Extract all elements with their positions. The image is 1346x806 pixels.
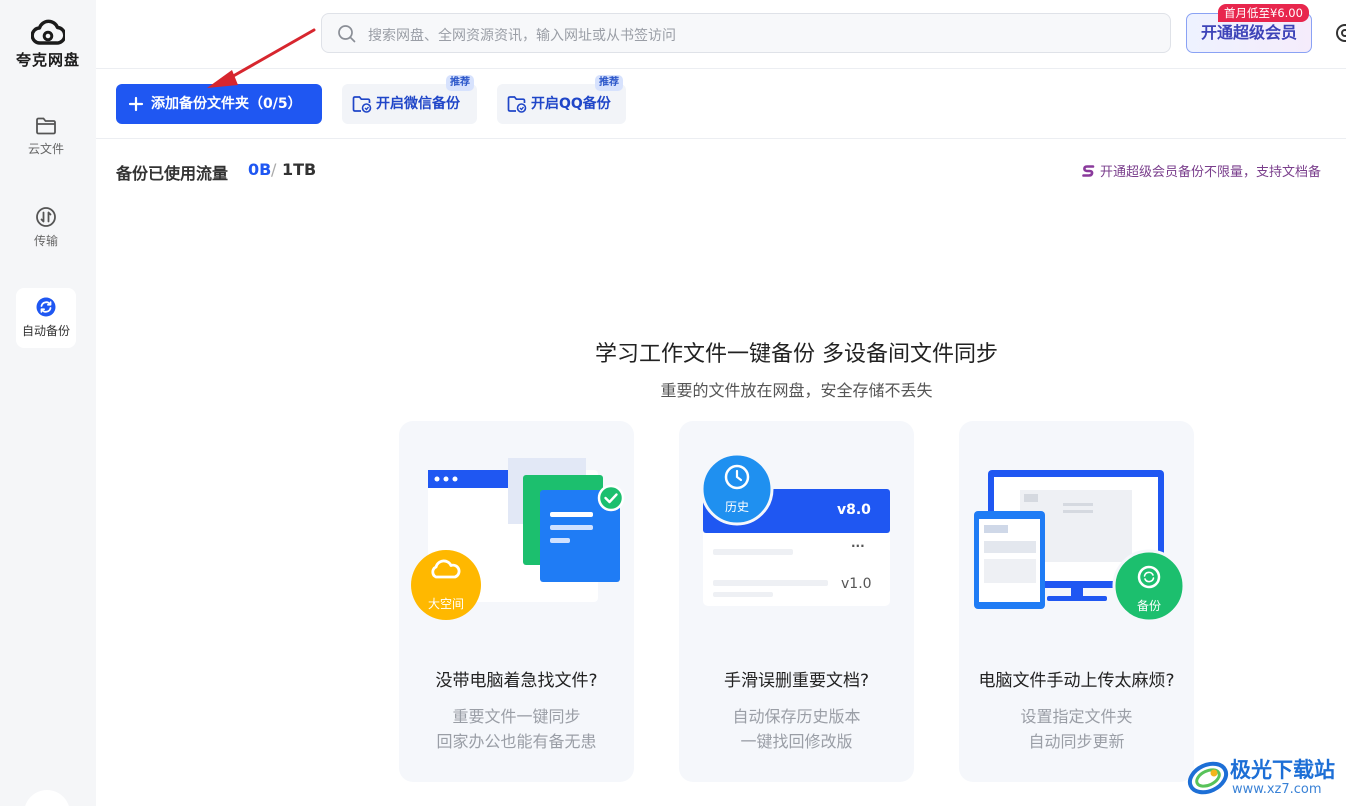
- recommend-tag: 推荐: [595, 75, 623, 91]
- super-vip-icon: [1082, 165, 1095, 177]
- sidebar-item-cloud-files[interactable]: 云文件: [16, 108, 76, 168]
- sidebar-item-auto-backup[interactable]: 自动备份: [16, 288, 76, 348]
- feature-card-history: 历史 v8.0 ··· v1.0 手滑误删重要文档? 自动保存历史版本 一键找回…: [679, 421, 914, 782]
- vip-promo-text: 开通超级会员备份不限量，支持文档备: [1100, 165, 1322, 180]
- card-desc-line1: 自动保存历史版本: [732, 707, 861, 726]
- big-space-illustration: [411, 458, 625, 620]
- annotation-arrow: [207, 28, 316, 88]
- search-placeholder: 搜索网盘、全网资源资讯，输入网址或从书签访问: [368, 28, 676, 44]
- vip-promo-badge: 首月低至¥6.00: [1218, 4, 1309, 22]
- hero-title: 学习工作文件一键备份 多设备间文件同步: [595, 342, 998, 367]
- big-space-badge: 大空间: [427, 597, 464, 611]
- folder-icon: [36, 117, 56, 135]
- card-desc-line1: 设置指定文件夹: [1020, 707, 1133, 726]
- feature-card-sync: 大空间 没带电脑着急找文件? 重要文件一键同步 回家办公也能有备无患: [399, 421, 634, 782]
- search-input[interactable]: 搜索网盘、全网资源资讯，输入网址或从书签访问: [321, 13, 1171, 53]
- transfer-icon: [36, 207, 56, 227]
- version-new-label: v8.0: [837, 502, 871, 518]
- vip-promo-link[interactable]: 开通超级会员备份不限量，支持文档备: [1082, 161, 1321, 180]
- aurora-logo-icon: [1187, 761, 1229, 795]
- qq-backup-button[interactable]: 开启QQ备份 推荐: [497, 75, 626, 124]
- history-version-illustration: [700, 452, 890, 606]
- app-window: 夸克网盘 云文件 传输 自动备份 搜索网盘、全网资源资讯，输入网址或从书签访问 …: [0, 0, 1346, 806]
- card-title: 手滑误删重要文档?: [723, 671, 870, 691]
- version-old-label: v1.0: [841, 576, 872, 592]
- backup-badge: 备份: [1136, 599, 1161, 613]
- folder-sync-icon: [352, 96, 372, 113]
- usage-total: 1TB: [282, 160, 317, 179]
- card-desc-line2: 自动同步更新: [1028, 732, 1125, 751]
- settings-icon[interactable]: [1334, 22, 1346, 44]
- watermark: 极光下载站 www.xz7.com: [1180, 748, 1346, 806]
- usage-used: 0B: [248, 160, 272, 179]
- multi-device-illustration: [974, 470, 1186, 623]
- folder-sync-icon: [507, 96, 527, 113]
- sidebar-item-label: 传输: [33, 234, 58, 248]
- card-desc-line2: 回家办公也能有备无患: [436, 732, 597, 751]
- usage-label: 备份已使用流量: [116, 164, 229, 183]
- search-icon: [338, 25, 356, 43]
- usage-separator: /: [271, 160, 277, 179]
- avatar[interactable]: [24, 790, 70, 806]
- sidebar-item-transfer[interactable]: 传输: [16, 198, 76, 258]
- sidebar-item-label: 自动备份: [21, 324, 70, 338]
- watermark-url: www.xz7.com: [1232, 782, 1322, 797]
- card-title: 没带电脑着急找文件?: [435, 671, 598, 691]
- feature-card-auto-sync: 备份 电脑文件手动上传太麻烦? 设置指定文件夹 自动同步更新: [959, 421, 1194, 782]
- history-badge: 历史: [724, 500, 749, 514]
- card-desc-line1: 重要文件一键同步: [452, 707, 581, 726]
- sidebar-item-label: 云文件: [27, 142, 64, 156]
- more-icon: ···: [851, 539, 865, 553]
- hero-subtitle: 重要的文件放在网盘，安全存储不丢失: [660, 381, 933, 400]
- wechat-backup-button[interactable]: 开启微信备份 推荐: [342, 75, 477, 124]
- recommend-tag: 推荐: [446, 75, 474, 91]
- watermark-title: 极光下载站: [1230, 758, 1335, 782]
- card-title: 电脑文件手动上传太麻烦?: [978, 671, 1175, 691]
- sidebar: 夸克网盘 云文件 传输 自动备份: [0, 0, 96, 806]
- backup-icon: [36, 297, 56, 317]
- card-desc-line2: 一键找回修改版: [740, 732, 853, 751]
